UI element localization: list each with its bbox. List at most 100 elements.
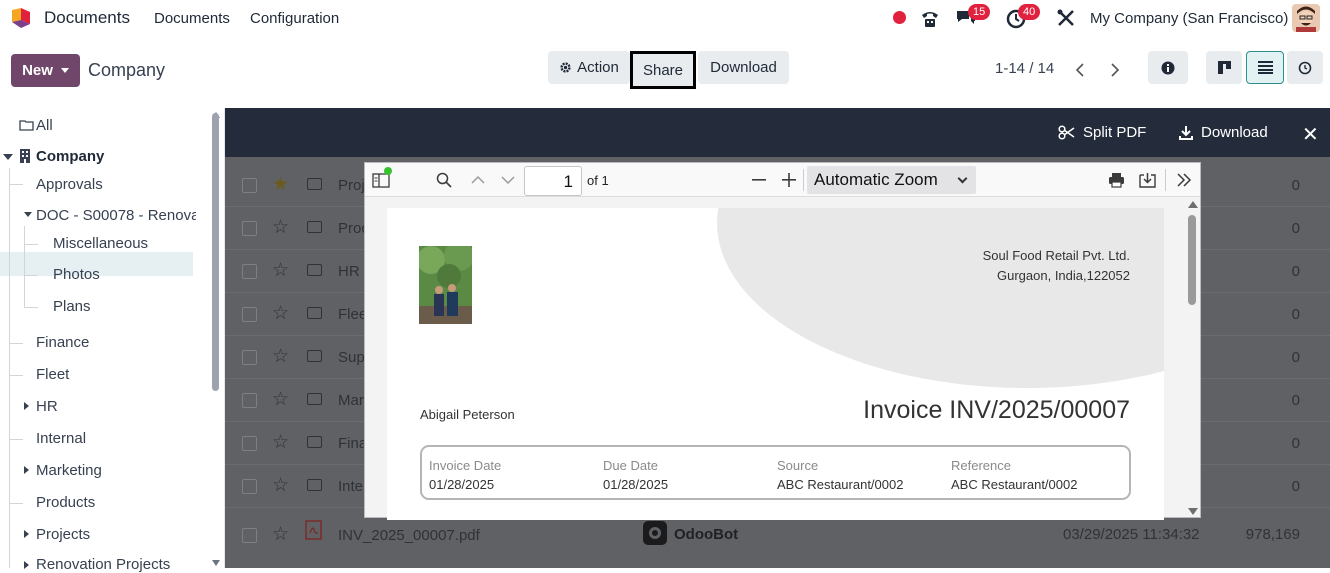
debug-tools-icon[interactable]	[1055, 7, 1077, 29]
kanban-view-button[interactable]	[1206, 51, 1242, 84]
sidebar-toggle-icon[interactable]	[370, 167, 392, 191]
new-button[interactable]: New	[11, 54, 80, 87]
close-icon[interactable]: ✕	[1302, 122, 1319, 147]
find-icon[interactable]	[433, 169, 455, 191]
row-name: Fina	[338, 435, 368, 452]
tree-branch	[9, 184, 23, 185]
pdf-page: Soul Food Retail Pvt. Ltd. Gurgaon, Indi…	[387, 208, 1164, 520]
new-button-label: New	[22, 62, 53, 79]
row-checkbox[interactable]	[242, 436, 257, 451]
sidebar-scrollbar[interactable]	[212, 113, 219, 391]
issuer-address: Gurgaon, India,122052	[997, 268, 1130, 283]
menu-configuration[interactable]: Configuration	[250, 10, 339, 27]
star-icon[interactable]: ☆	[272, 523, 289, 546]
row-checkbox[interactable]	[242, 307, 257, 322]
phone-icon[interactable]	[919, 7, 941, 29]
reference-value: ABC Restaurant/0002	[951, 477, 1078, 492]
company-switcher[interactable]: My Company (San Francisco)	[1090, 10, 1288, 27]
scroll-down-icon[interactable]	[1188, 508, 1198, 515]
row-checkbox[interactable]	[242, 528, 257, 543]
print-icon[interactable]	[1105, 169, 1127, 191]
caret-right-icon[interactable]	[24, 530, 29, 538]
zoom-out-icon[interactable]	[748, 169, 770, 191]
sidebar-item-company[interactable]: Company	[36, 148, 104, 165]
caret-right-icon[interactable]	[24, 402, 29, 410]
row-checkbox[interactable]	[242, 393, 257, 408]
star-icon[interactable]: ☆	[272, 302, 289, 325]
zoom-in-icon[interactable]	[778, 169, 800, 191]
folder-icon	[307, 436, 322, 448]
pager-value[interactable]: 1-14 / 14	[995, 60, 1054, 77]
star-icon[interactable]: ☆	[272, 431, 289, 454]
pager-previous-button[interactable]	[1063, 53, 1096, 86]
user-avatar[interactable]	[1292, 4, 1320, 32]
sidebar-item-approvals[interactable]: Approvals	[36, 176, 103, 193]
caret-right-icon[interactable]	[24, 466, 29, 474]
row-name: Inte	[338, 478, 364, 495]
preview-download-button[interactable]: Download	[1179, 124, 1268, 141]
caret-down-icon[interactable]	[24, 212, 32, 217]
star-icon[interactable]: ☆	[272, 216, 289, 239]
sidebar-item-projects[interactable]: Projects	[36, 526, 90, 543]
previous-page-icon[interactable]	[467, 169, 489, 191]
sidebar-item-renovation-projects[interactable]: Renovation Projects	[36, 556, 170, 573]
folder-icon	[307, 264, 322, 276]
sidebar-item-photos[interactable]: Photos	[53, 266, 100, 283]
recording-indicator-icon[interactable]	[893, 11, 906, 24]
star-icon[interactable]: ☆	[272, 474, 289, 497]
menu-documents[interactable]: Documents	[154, 10, 230, 27]
sidebar-item-doc-renovation[interactable]: DOC - S00078 - Renovat	[36, 207, 196, 224]
download-button[interactable]: Download	[698, 51, 789, 84]
next-page-icon[interactable]	[497, 169, 519, 191]
sidebar-item-products[interactable]: Products	[36, 494, 95, 511]
info-toggle-button[interactable]	[1148, 51, 1188, 84]
info-icon	[1161, 61, 1175, 74]
sidebar-item-finance[interactable]: Finance	[36, 334, 89, 351]
sidebar-item-marketing[interactable]: Marketing	[36, 462, 102, 479]
sidebar-item-plans[interactable]: Plans	[53, 298, 91, 315]
row-checkbox[interactable]	[242, 178, 257, 193]
split-pdf-button[interactable]: Split PDF	[1058, 124, 1146, 141]
sidebar-item-hr[interactable]: HR	[36, 398, 58, 415]
star-icon[interactable]: ☆	[272, 259, 289, 282]
tools-menu-icon[interactable]	[1173, 169, 1195, 191]
pager-next-button[interactable]	[1098, 53, 1131, 86]
source-value: ABC Restaurant/0002	[777, 477, 904, 492]
sidebar-item-all[interactable]: All	[36, 117, 53, 134]
sidebar-item-miscellaneous[interactable]: Miscellaneous	[53, 235, 148, 252]
row-size: 0	[1291, 392, 1300, 409]
sidebar-item-internal[interactable]: Internal	[36, 430, 86, 447]
save-icon[interactable]	[1136, 169, 1158, 191]
app-title[interactable]: Documents	[44, 8, 130, 28]
chevron-right-icon	[1110, 62, 1119, 77]
scroll-down-icon[interactable]	[212, 560, 220, 566]
star-icon[interactable]: ☆	[272, 388, 289, 411]
list-view-button[interactable]	[1246, 51, 1284, 84]
row-checkbox[interactable]	[242, 350, 257, 365]
tree-line	[9, 168, 10, 568]
activity-view-button[interactable]	[1287, 51, 1323, 84]
caret-down-icon[interactable]	[3, 154, 13, 160]
zoom-select[interactable]: Automatic Zoom	[807, 166, 976, 194]
table-row[interactable]: ☆ INV_2025_00007.pdf OdooBot 03/29/2025 …	[225, 514, 1330, 557]
share-button[interactable]: Share	[630, 51, 696, 89]
due-date-label: Due Date	[603, 458, 658, 473]
invoice-info-box: Invoice Date 01/28/2025 Due Date 01/28/2…	[420, 445, 1131, 500]
zoom-value: Automatic Zoom	[814, 170, 938, 189]
star-icon[interactable]: ★	[272, 173, 289, 196]
sidebar-item-fleet[interactable]: Fleet	[36, 366, 69, 383]
pdf-toolbar: 1 of 1 Automatic Zoom	[365, 163, 1200, 197]
list-icon	[1257, 61, 1273, 74]
row-checkbox[interactable]	[242, 221, 257, 236]
row-checkbox[interactable]	[242, 479, 257, 494]
documents-app-icon[interactable]	[9, 6, 33, 30]
pdf-scrollbar[interactable]	[1188, 215, 1196, 305]
row-checkbox[interactable]	[242, 264, 257, 279]
scroll-up-icon[interactable]	[1188, 201, 1198, 208]
chevron-left-icon	[1075, 62, 1084, 77]
action-label: Action	[577, 59, 619, 76]
folder-open-icon	[19, 120, 34, 131]
action-button[interactable]: Action	[548, 51, 630, 84]
page-number-input[interactable]: 1	[524, 166, 582, 196]
star-icon[interactable]: ☆	[272, 345, 289, 368]
